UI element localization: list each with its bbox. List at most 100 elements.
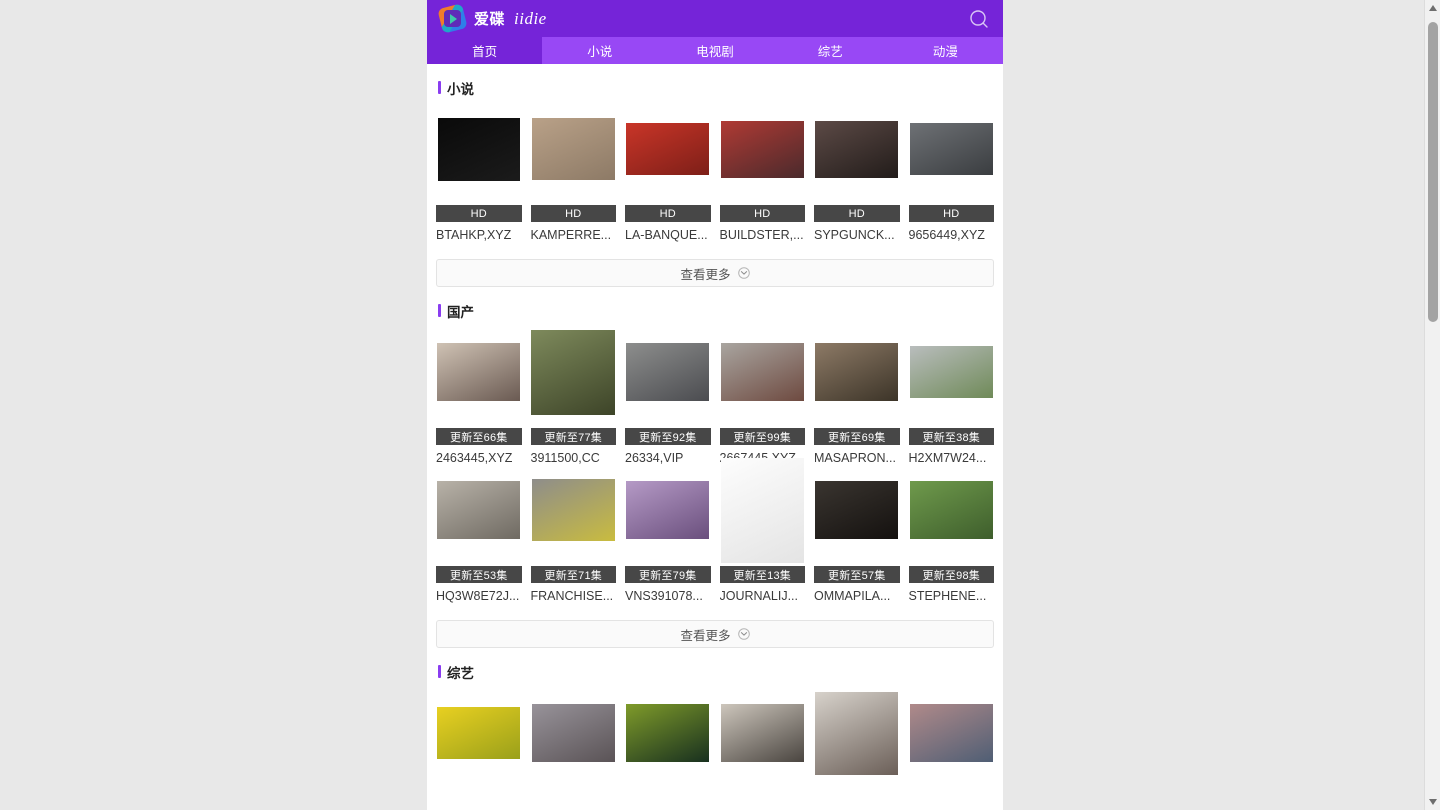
thumbnail-image xyxy=(437,707,521,759)
media-card[interactable]: HD BUILDSTER,... xyxy=(719,105,806,243)
thumbnail-image xyxy=(626,123,710,175)
card-title: JOURNALIJ... xyxy=(719,589,799,603)
media-card[interactable] xyxy=(531,689,617,789)
thumbnail-image xyxy=(815,343,899,401)
thumbnail-container xyxy=(625,689,711,777)
nav-item-2[interactable]: 电视剧 xyxy=(657,37,773,64)
scroll-down-button[interactable] xyxy=(1425,794,1440,810)
card-title: 26334,VIP xyxy=(625,451,684,465)
media-card[interactable]: HD LA-BANQUE... xyxy=(625,105,711,243)
nav-item-label: 电视剧 xyxy=(696,45,734,59)
thumbnail-container xyxy=(625,328,711,416)
status-badge: 更新至98集 xyxy=(908,566,994,583)
media-card[interactable]: HD BTAHKP,XYZ xyxy=(436,105,522,243)
thumbnail-container xyxy=(720,105,806,193)
status-badge: 更新至53集 xyxy=(436,566,522,583)
thumbnail-image xyxy=(626,704,710,762)
thumbnail-image xyxy=(815,481,899,539)
card-title: HQ3W8E72J... xyxy=(436,589,520,603)
status-badge: HD xyxy=(625,205,711,222)
media-card[interactable]: 更新至71集 FRANCHISE... xyxy=(530,466,617,604)
card-title: MASAPRON... xyxy=(814,451,896,465)
media-card[interactable]: 更新至66集 2463445,XYZ xyxy=(436,328,522,466)
page-scrollbar[interactable] xyxy=(1424,0,1440,810)
scroll-up-arrow-icon xyxy=(1428,5,1437,11)
site-logo[interactable]: 爱碟 iidie xyxy=(437,3,547,34)
thumbnail-image xyxy=(437,343,521,401)
status-badge: 更新至77集 xyxy=(530,428,616,445)
thumbnail-container xyxy=(814,328,900,416)
status-badge: HD xyxy=(908,205,994,222)
site-container: 爱碟 iidie 首页 小说 电视剧 综艺 动漫 小说 HD BTAHKP,XYZ HD KAM… xyxy=(427,0,1004,810)
thumbnail-container xyxy=(909,466,995,554)
search-button[interactable] xyxy=(969,9,989,29)
media-card[interactable]: 更新至99集2667445,XYZ xyxy=(719,328,805,466)
media-card[interactable]: 更新至69集 MASAPRON... xyxy=(814,328,900,466)
scroll-up-button[interactable] xyxy=(1425,0,1440,16)
thumbnail-image xyxy=(909,123,993,175)
section-title: 综艺 xyxy=(447,665,474,681)
media-card[interactable]: 更新至98集 STEPHENE... xyxy=(908,466,995,604)
section-header: 综艺 xyxy=(436,648,994,681)
thumbnail-container xyxy=(531,466,617,554)
browser-viewport: 爱碟 iidie 首页 小说 电视剧 综艺 动漫 小说 HD BTAHKP,XYZ HD KAM… xyxy=(0,0,1440,810)
thumbnail-container xyxy=(909,689,995,777)
thumbnail-container xyxy=(436,689,522,777)
status-badge: 更新至69集 xyxy=(814,428,900,445)
media-card[interactable]: 更新至57集 OMMAPILA... xyxy=(814,466,900,604)
thumbnail-image xyxy=(437,481,521,539)
media-card[interactable]: HD SYPGUNCK... xyxy=(814,105,900,243)
card-title: KAMPERRE... xyxy=(530,228,612,242)
status-badge: HD xyxy=(719,205,805,222)
media-card[interactable]: 更新至92集 26334,VIP xyxy=(625,328,711,466)
media-card[interactable]: 更新至38集 H2XM7W24... xyxy=(908,328,995,466)
thumbnail-container xyxy=(436,105,522,193)
card-title: BTAHKP,XYZ xyxy=(436,228,512,242)
thumbnail-image xyxy=(531,329,616,415)
status-badge: HD xyxy=(530,205,616,222)
chevron-down-circle-icon xyxy=(737,628,750,640)
thumbnail-container xyxy=(625,105,711,193)
thumbnail-image xyxy=(909,346,993,398)
media-card[interactable] xyxy=(436,689,522,789)
nav-item-1[interactable]: 小说 xyxy=(542,37,658,64)
media-card[interactable] xyxy=(720,689,806,789)
media-card[interactable]: 更新至13集 JOURNALIJ... xyxy=(719,457,805,604)
media-card[interactable] xyxy=(625,689,711,789)
view-more-button[interactable]: 查看更多 xyxy=(436,620,994,648)
nav-item-3[interactable]: 综艺 xyxy=(772,37,888,64)
thumbnail-image xyxy=(531,479,615,541)
card-grid: 更新至66集 2463445,XYZ 更新至77集 3911500,CC 更新至92集 2… xyxy=(436,319,994,604)
view-more-label: 查看更多 xyxy=(680,628,731,643)
media-card[interactable] xyxy=(909,689,995,789)
thumbnail-image xyxy=(720,120,804,178)
card-title: 2463445,XYZ xyxy=(436,451,513,465)
main-content: 小说 HD BTAHKP,XYZ HD KAMPERRE... HD LA-BANQUE..… xyxy=(427,64,1003,809)
status-badge: 更新至38集 xyxy=(908,428,994,445)
thumbnail-container xyxy=(909,328,995,416)
nav-item-0[interactable]: 首页 xyxy=(427,37,543,64)
thumbnail-container xyxy=(814,466,900,554)
scrollbar-thumb[interactable] xyxy=(1428,22,1438,322)
section-accent-bar xyxy=(438,81,441,94)
media-card[interactable] xyxy=(814,689,900,789)
media-card[interactable]: 更新至79集 VNS391078... xyxy=(625,466,711,604)
nav-item-label: 小说 xyxy=(587,45,613,59)
thumbnail-container xyxy=(436,328,522,416)
card-title: 9656449,XYZ xyxy=(908,228,985,242)
brand-name-en: iidie xyxy=(514,8,547,28)
nav-item-4[interactable]: 动漫 xyxy=(887,37,1004,64)
view-more-button[interactable]: 查看更多 xyxy=(436,259,994,287)
card-title: SYPGUNCK... xyxy=(814,228,895,242)
status-badge: HD xyxy=(814,205,900,222)
media-card[interactable]: 更新至77集 3911500,CC xyxy=(530,328,617,466)
thumbnail-container xyxy=(531,328,617,416)
thumbnail-image xyxy=(720,704,804,762)
nav-item-label: 动漫 xyxy=(932,45,958,59)
media-card[interactable]: HD 9656449,XYZ xyxy=(908,105,994,243)
thumbnail-image xyxy=(720,457,804,563)
media-card[interactable]: HD KAMPERRE... xyxy=(530,105,616,243)
status-badge: 更新至13集 xyxy=(719,566,805,583)
thumbnail-container xyxy=(814,105,900,193)
media-card[interactable]: 更新至53集 HQ3W8E72J... xyxy=(436,466,522,604)
